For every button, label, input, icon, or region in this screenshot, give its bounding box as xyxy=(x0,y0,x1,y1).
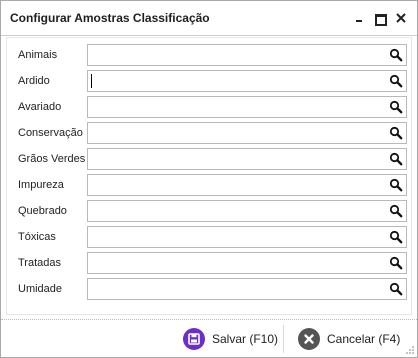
field-row-graos-verdes: Grãos Verdes xyxy=(7,148,411,170)
field-label: Quebrado xyxy=(18,205,67,217)
field-box[interactable] xyxy=(87,252,407,274)
field-label: Umidade xyxy=(18,283,63,295)
field-box[interactable] xyxy=(87,70,407,92)
maximize-icon[interactable] xyxy=(371,10,387,26)
search-icon[interactable] xyxy=(389,256,403,270)
search-icon[interactable] xyxy=(389,204,403,218)
field-box[interactable] xyxy=(87,174,407,196)
conservacao-input[interactable] xyxy=(92,125,382,141)
search-icon[interactable] xyxy=(389,230,403,244)
impureza-input[interactable] xyxy=(92,177,382,193)
minimize-icon[interactable] xyxy=(351,10,367,26)
field-label: Ardido xyxy=(18,75,50,87)
search-icon[interactable] xyxy=(389,282,403,296)
field-row-avariado: Avariado xyxy=(7,96,411,118)
toxicas-input[interactable] xyxy=(92,229,382,245)
window-title: Configurar Amostras Classificação xyxy=(10,11,210,25)
save-button-label: Salvar (F10) xyxy=(212,332,279,346)
field-label: Impureza xyxy=(18,179,64,191)
resize-grip-icon[interactable] xyxy=(405,345,415,355)
field-row-ardido: Ardido xyxy=(7,70,411,92)
animais-input[interactable] xyxy=(92,47,382,63)
avariado-input[interactable] xyxy=(92,99,382,115)
tratadas-input[interactable] xyxy=(92,255,382,271)
field-box[interactable] xyxy=(87,226,407,248)
field-label: Tóxicas xyxy=(18,231,56,243)
field-box[interactable] xyxy=(87,96,407,118)
field-label: Grãos Verdes xyxy=(18,153,86,165)
field-row-quebrado: Quebrado xyxy=(7,200,411,222)
save-button[interactable]: Salvar (F10) xyxy=(177,324,279,354)
field-label: Tratadas xyxy=(18,257,62,269)
close-circle-icon xyxy=(298,328,320,350)
fields-panel: Animais Ardido Avariado Conservação Grão… xyxy=(6,37,412,315)
field-label: Conservação xyxy=(18,127,83,139)
search-icon[interactable] xyxy=(389,178,403,192)
search-icon[interactable] xyxy=(389,100,403,114)
cancel-button-label: Cancelar (F4) xyxy=(327,332,401,346)
footer-divider xyxy=(283,325,284,353)
field-label: Animais xyxy=(18,49,58,61)
close-icon[interactable] xyxy=(393,10,409,26)
umidade-input[interactable] xyxy=(92,281,382,297)
ardido-input[interactable] xyxy=(92,73,382,89)
field-box[interactable] xyxy=(87,44,407,66)
floppy-disk-icon xyxy=(183,328,205,350)
field-row-toxicas: Tóxicas xyxy=(7,226,411,248)
field-row-impureza: Impureza xyxy=(7,174,411,196)
cancel-button[interactable]: Cancelar (F4) xyxy=(292,324,406,354)
search-icon[interactable] xyxy=(389,48,403,62)
quebrado-input[interactable] xyxy=(92,203,382,219)
field-row-umidade: Umidade xyxy=(7,278,411,300)
field-row-conservacao: Conservação xyxy=(7,122,411,144)
field-box[interactable] xyxy=(87,148,407,170)
field-label: Avariado xyxy=(18,101,62,113)
field-box[interactable] xyxy=(87,122,407,144)
search-icon[interactable] xyxy=(389,126,403,140)
search-icon[interactable] xyxy=(389,74,403,88)
field-row-tratadas: Tratadas xyxy=(7,252,411,274)
search-icon[interactable] xyxy=(389,152,403,166)
dialog-footer: Salvar (F10) Cancelar (F4) xyxy=(1,319,417,357)
graos-verdes-input[interactable] xyxy=(92,151,382,167)
configurar-amostras-dialog: Configurar Amostras Classificação Animai… xyxy=(0,0,418,358)
field-box[interactable] xyxy=(87,278,407,300)
field-row-animais: Animais xyxy=(7,44,411,66)
title-bar[interactable]: Configurar Amostras Classificação xyxy=(1,1,417,36)
field-box[interactable] xyxy=(87,200,407,222)
